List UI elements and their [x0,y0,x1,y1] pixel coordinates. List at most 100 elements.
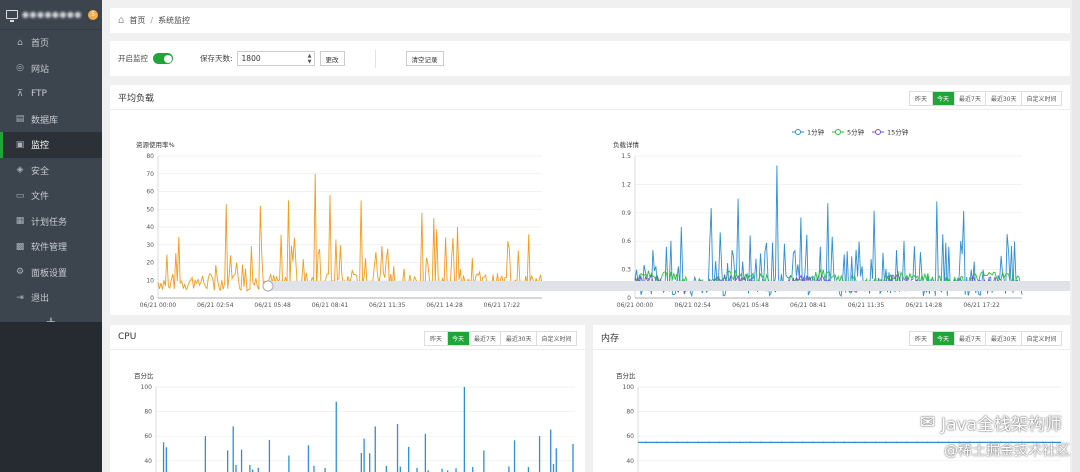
y-tick-label: 20 [146,260,154,267]
y-tick-label: 50 [146,206,154,213]
breadcrumb-separator: / [150,16,154,25]
x-tick-label: 06/21 11:35 [369,302,406,309]
sidebar-item-database[interactable]: ▤ 数据库 [0,107,102,133]
load-panel-header: 平均负载 昨天 今天 最近7天 最近30天 自定义时间 [110,85,1070,110]
range-option[interactable]: 最近30天 [986,332,1022,345]
range-option[interactable]: 今天 [932,92,955,105]
y-tick-label: 70 [146,171,154,178]
y-tick-label: 30 [146,242,154,249]
y-tick-label: 100 [623,384,635,391]
range-option[interactable]: 最近7天 [469,332,502,345]
range-option[interactable]: 最近30天 [986,92,1022,105]
wechat-icon: ✉ [919,412,936,433]
x-tick-label: 06/21 08:41 [312,302,349,309]
brand-bar: ●●●●●●●● 5 [0,0,102,30]
range-option[interactable]: 自定义时间 [536,332,576,345]
y-tick-label: 80 [146,153,154,160]
memory-point [916,441,919,444]
divider [374,49,376,68]
memory-point [864,441,867,444]
sidebar-item-label: 文件 [31,192,50,203]
y-tick-label: 0.9 [621,210,631,217]
y-tick-label: 80 [626,409,634,416]
range-option[interactable]: 今天 [447,332,470,345]
x-tick-label: 06/21 00:00 [617,302,654,309]
x-tick-label: 06/21 14:28 [426,302,463,309]
x-tick-label: 06/21 14:28 [906,302,943,309]
sidebar-item-label: 网站 [31,64,50,75]
y-tick-label: 0 [627,295,631,302]
clear-records-button[interactable]: 清空记录 [405,51,444,66]
ftp-icon: ⊼ [16,88,24,99]
range-option[interactable]: 昨天 [425,332,448,345]
range-option[interactable]: 昨天 [910,332,933,345]
breadcrumb-current: 系统监控 [158,16,191,25]
page-scrollbar[interactable] [1072,0,1080,472]
range-option[interactable]: 自定义时间 [1021,332,1061,345]
y-axis-label: 百分比 [616,371,636,380]
watermark: ✉ Java全栈架构师 [920,410,1062,435]
memory-point [801,441,804,444]
sidebar-item-logout[interactable]: ⇥ 退出 [0,285,102,311]
sidebar-item-monitor[interactable]: ▣ 监控 [0,132,102,158]
memory-point [697,441,700,444]
y-axis-label: 百分比 [134,371,154,380]
apps-icon: ▩ [15,241,25,252]
x-tick-label: 06/21 17:22 [963,302,1000,309]
range-option[interactable]: 最近30天 [501,332,537,345]
x-tick-label: 06/21 02:54 [197,302,234,309]
memory-point [707,441,710,444]
y-tick-label: 10 [146,277,154,284]
home-icon[interactable]: ⌂ [118,15,124,26]
load-charts: 资源使用率% 0 10 20 30 40 50 60 70 80 06/21 00:00 06/21 … [136,128,1070,309]
breadcrumb-home[interactable]: 首页 [129,15,145,26]
spinner-icon[interactable]: ▲ ▼ [308,53,312,65]
save-days-input[interactable]: 1800 ▲ ▼ [236,51,315,66]
sidebar-footer [0,322,102,472]
range-option[interactable]: 今天 [932,332,955,345]
y-tick-label: 40 [144,458,152,465]
load-range-selector: 昨天 今天 最近7天 最近30天 自定义时间 [909,91,1062,106]
range-option[interactable]: 昨天 [910,92,933,105]
range-option[interactable]: 自定义时间 [1021,92,1061,105]
task-icon: ▦ [15,216,25,227]
range-option[interactable]: 最近7天 [954,92,987,105]
y-tick-label: 60 [626,433,634,440]
sidebar-item-shield[interactable]: ◈ 安全 [0,158,102,184]
sidebar-item-folder[interactable]: ▭ 文件 [0,183,102,209]
slider-handle-left [262,280,274,292]
cpu-range-selector: 昨天 今天 最近7天 最近30天 自定义时间 [424,331,577,346]
memory-point [905,441,908,444]
monitor-toggle[interactable] [153,53,173,64]
save-days-label: 保存天数: [200,54,233,63]
change-days-button[interactable]: 更改 [319,51,345,66]
memory-point [926,441,929,444]
range-option[interactable]: 最近7天 [954,332,987,345]
sidebar-item-ftp[interactable]: ⊼ FTP [0,81,102,107]
memory-point [937,441,940,444]
legend-label: 15分钟 [887,128,909,137]
legend-marker [875,129,881,135]
logout-icon: ⇥ [16,292,24,303]
x-tick-label: 06/21 05:48 [732,302,769,309]
memory-point [655,441,658,444]
y-tick-label: 1.2 [621,181,631,188]
memory-point [843,441,846,444]
sidebar-item-apps[interactable]: ▩ 软件管理 [0,234,102,260]
memory-point [885,441,887,444]
y-tick-label: 0.3 [621,267,631,274]
memory-point [686,441,689,444]
load-panel-title: 平均负载 [118,93,155,104]
notification-badge[interactable]: 5 [88,9,98,20]
memory-point [749,441,752,444]
memory-panel-title: 内存 [601,333,620,344]
sidebar-item-globe[interactable]: ◎ 网站 [0,56,102,82]
memory-point [895,441,898,444]
sidebar-item-home[interactable]: ⌂ 首页 [0,30,102,56]
sidebar-item-settings[interactable]: ⚙ 面板设置 [0,260,102,286]
sidebar-item-label: 计划任务 [31,217,68,228]
memory-point [665,441,668,444]
y-axis-label: 资源使用率% [136,140,175,149]
sidebar-item-task[interactable]: ▦ 计划任务 [0,209,102,235]
time-range-slider [267,281,1070,291]
